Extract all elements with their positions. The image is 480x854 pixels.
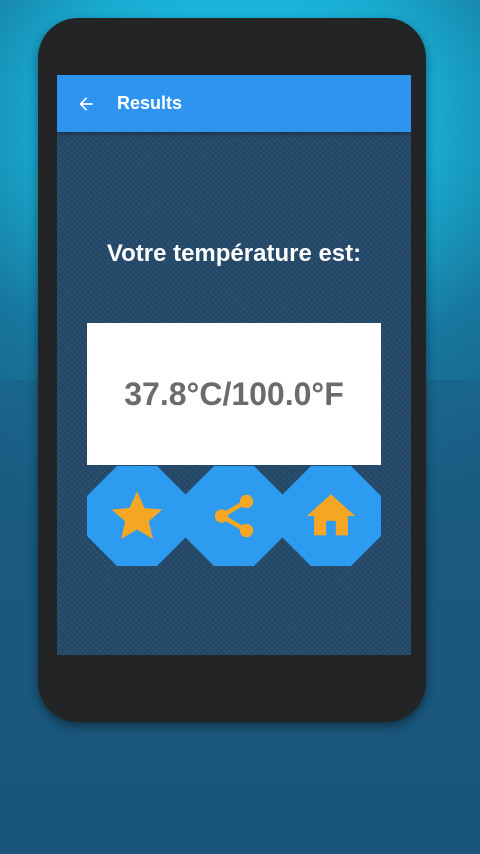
app-screen: Results Votre température est: 37.8°C/10… bbox=[57, 75, 411, 655]
temperature-headline: Votre température est: bbox=[106, 240, 362, 267]
temperature-result: 37.8°C/100.0°F bbox=[124, 375, 344, 412]
share-icon bbox=[214, 494, 254, 538]
page-title: Results bbox=[117, 93, 183, 113]
back-button[interactable] bbox=[71, 89, 101, 119]
arrow-back-icon bbox=[79, 97, 93, 111]
result-card: 37.8°C/100.0°F bbox=[87, 323, 381, 465]
star-icon bbox=[111, 491, 163, 539]
favorite-button[interactable] bbox=[87, 466, 187, 566]
app-bar: Results bbox=[57, 75, 411, 132]
home-icon bbox=[306, 494, 356, 536]
home-button[interactable] bbox=[281, 466, 381, 566]
share-button[interactable] bbox=[184, 466, 284, 566]
